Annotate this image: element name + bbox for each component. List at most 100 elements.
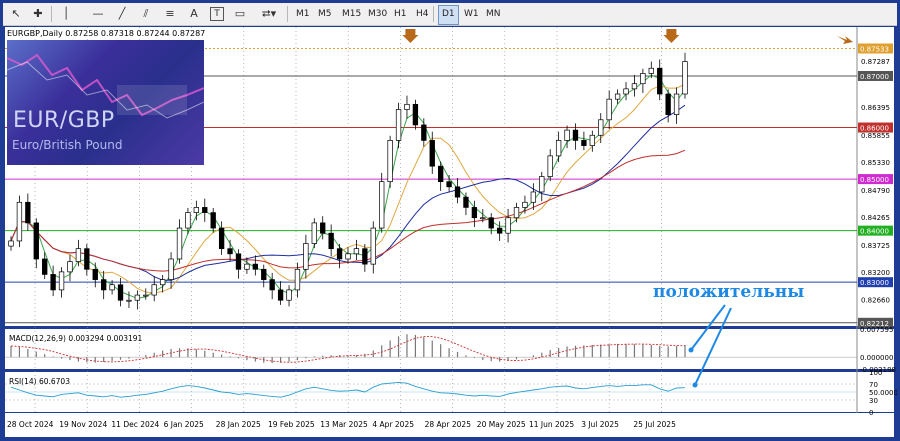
candle-body [42, 258, 48, 275]
candle-body [682, 61, 688, 95]
text-icon[interactable]: A [187, 7, 201, 21]
candle-body [143, 294, 149, 297]
rsi-tick-label: 70 [869, 381, 878, 389]
rsi-tick-label: 30 [869, 397, 878, 405]
fibonacci-icon[interactable]: ≡ [163, 7, 177, 21]
time-tick-label: 25 Jul 2025 [633, 420, 676, 429]
candle-body [488, 217, 494, 229]
candle-body [92, 268, 98, 280]
candle-body [438, 165, 444, 183]
candle-body [235, 253, 242, 270]
candle-body [261, 268, 267, 280]
candle-body [631, 83, 638, 90]
time-tick-label: 11 Dec 2024 [111, 420, 159, 429]
crosshair-icon[interactable]: ✚ [31, 7, 45, 21]
candle-body [673, 93, 680, 115]
toolbar-separator [51, 6, 52, 22]
candle-body [67, 261, 73, 273]
timeframe-h4[interactable]: H4 [413, 5, 432, 23]
candle-body [421, 124, 427, 141]
candle-body [665, 93, 671, 115]
thumbnail-subtitle: Euro/British Pound [12, 138, 123, 152]
rsi-tick-label: 0 [869, 409, 873, 417]
candle-body [547, 155, 553, 177]
candle-body [598, 119, 604, 136]
candle-body [463, 196, 469, 208]
symbol-header: EURGBP,Daily 0.87258 0.87318 0.87244 0.8… [7, 29, 205, 38]
time-tick-label: 4 Apr 2025 [372, 420, 414, 429]
candle-body [446, 181, 452, 188]
candle-body [572, 129, 579, 141]
vertical-line-icon[interactable]: │ [59, 7, 73, 21]
timeframe-h1[interactable]: H1 [391, 5, 410, 23]
candle-body [134, 294, 141, 301]
candle-body [227, 248, 233, 255]
candle-body [294, 268, 301, 291]
timeframe-d1[interactable]: D1 [438, 5, 459, 25]
candle-body [269, 279, 275, 291]
timeframe-m15[interactable]: M15 [339, 5, 364, 23]
candle-body [286, 289, 292, 301]
rsi-tick-label: 100 [869, 369, 882, 377]
candle-body [640, 73, 646, 85]
candle-body [159, 279, 166, 286]
price-tick-label: 0.82660 [861, 297, 890, 305]
candle-body [379, 181, 385, 229]
timeframe-m5[interactable]: M5 [315, 5, 335, 23]
candle-body [387, 140, 393, 183]
arrows-icon[interactable]: ⮂▾ [259, 7, 279, 21]
level-label: 0.83000 [860, 279, 889, 287]
price-tick-label: 0.83725 [861, 242, 890, 250]
timeframe-mn[interactable]: MN [483, 5, 504, 23]
candle-body [581, 140, 587, 146]
price-tick-label: 0.84265 [861, 214, 890, 222]
candle-body [244, 263, 250, 270]
price-tick-label: 0.84790 [861, 187, 890, 195]
macd-tick-label: 0.000000 [860, 354, 893, 362]
candle-body [648, 67, 654, 74]
candle-body [252, 263, 258, 270]
rsi-tick-label: 50.0000 [869, 389, 897, 397]
candle-body [614, 93, 621, 100]
cursor-icon[interactable]: ↖ [9, 7, 23, 21]
currency-thumbnail: EUR/GBP Euro/British Pound [7, 40, 204, 165]
price-tick-label: 0.85855 [861, 132, 890, 140]
toolbar: ↖ ✚ │ — ╱ ⫽ ≡ A T ▭ ⮂▾ M1 M5 M15 M30 H1 … [3, 3, 897, 26]
candle-body [277, 289, 284, 301]
trendline-icon[interactable]: ╱ [115, 7, 129, 21]
candle-body [185, 212, 191, 229]
timeframe-w1[interactable]: W1 [461, 5, 482, 23]
time-tick-label: 6 Jan 2025 [164, 420, 204, 429]
candle-body [530, 191, 537, 203]
candle-body [25, 201, 31, 224]
time-tick-label: 20 May 2025 [477, 420, 526, 429]
horizontal-line-icon[interactable]: — [91, 7, 105, 21]
candle-body [33, 222, 39, 260]
price-tick-label: 0.85330 [861, 159, 890, 167]
thumbnail-title: EUR/GBP [13, 108, 115, 133]
rsi-title: RSI(14) 60.6703 [9, 377, 70, 386]
candle-body [109, 284, 115, 291]
timeframe-m1[interactable]: M1 [293, 5, 313, 23]
candle-body [606, 98, 612, 121]
annotation-arrow-tip [692, 382, 698, 388]
label-icon[interactable]: T [210, 7, 224, 21]
channel-icon[interactable]: ⫽ [139, 7, 153, 21]
candle-body [513, 207, 520, 219]
candle-body [8, 240, 14, 247]
candle-body [101, 279, 107, 291]
candle-body [202, 207, 208, 213]
candle-body [471, 207, 478, 219]
shapes-icon[interactable]: ▭ [233, 7, 247, 21]
time-tick-label: 19 Nov 2024 [59, 420, 107, 429]
candle-body [328, 232, 334, 250]
timeframe-m30[interactable]: M30 [365, 5, 390, 23]
candle-body [623, 88, 629, 95]
time-tick-label: 13 Mar 2025 [320, 420, 368, 429]
candle-body [58, 271, 65, 291]
candle-body [564, 129, 570, 141]
candle-body [522, 201, 528, 208]
candle-body [412, 103, 419, 126]
candle-body [555, 140, 562, 157]
candle-body [589, 134, 595, 146]
